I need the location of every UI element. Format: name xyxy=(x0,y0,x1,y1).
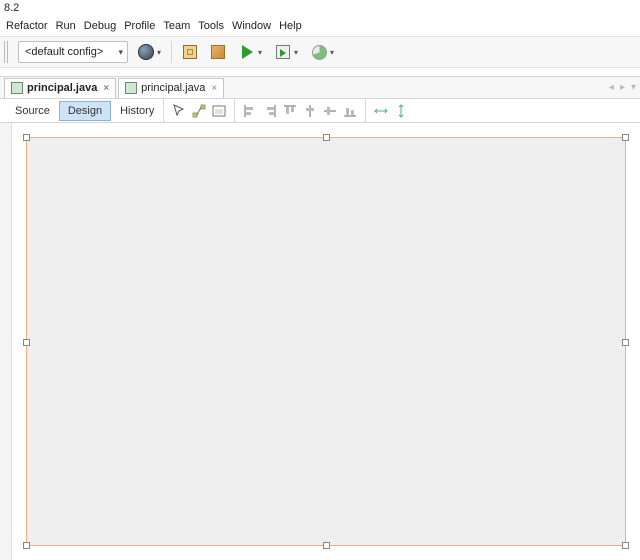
menu-debug[interactable]: Debug xyxy=(84,20,116,32)
tab-list-icon[interactable]: ▾ xyxy=(631,82,636,93)
main-toolbar: <default config> ▾ xyxy=(0,36,640,68)
menu-window[interactable]: Window xyxy=(232,20,271,32)
subtab-history[interactable]: History xyxy=(111,101,163,121)
align-right-button[interactable] xyxy=(261,102,279,120)
center-v-button[interactable] xyxy=(321,102,339,120)
java-file-icon xyxy=(125,82,137,94)
menu-team[interactable]: Team xyxy=(163,20,190,32)
menu-run[interactable]: Run xyxy=(56,20,76,32)
debug-icon xyxy=(276,45,290,59)
selection-mode-button[interactable] xyxy=(170,102,188,120)
same-height-button[interactable] xyxy=(392,102,410,120)
align-left-icon xyxy=(243,104,257,118)
resize-tool-group xyxy=(365,99,416,122)
config-combo[interactable]: <default config> ▾ xyxy=(18,41,128,63)
subtab-design[interactable]: Design xyxy=(59,101,111,121)
editor-area: principal.java × principal.java × ◂ ▸ ▾ … xyxy=(0,76,640,560)
align-left-button[interactable] xyxy=(241,102,259,120)
center-horizontal-icon xyxy=(303,104,317,118)
close-icon[interactable]: × xyxy=(103,83,109,94)
hammer-icon xyxy=(183,45,197,59)
resize-handle[interactable] xyxy=(622,134,629,141)
resize-handle[interactable] xyxy=(622,339,629,346)
subtab-source[interactable]: Source xyxy=(6,101,59,121)
file-tab-label: principal.java xyxy=(27,82,97,94)
align-bottom-icon xyxy=(343,104,357,118)
toolbar-drag-handle[interactable] xyxy=(4,41,10,63)
browser-button[interactable] xyxy=(134,41,164,63)
resize-v-icon xyxy=(394,104,408,118)
menu-help[interactable]: Help xyxy=(279,20,302,32)
java-file-icon xyxy=(11,82,23,94)
center-vertical-icon xyxy=(323,104,337,118)
editor-body xyxy=(0,123,640,560)
build-button[interactable] xyxy=(179,41,201,63)
connection-mode-button[interactable] xyxy=(190,102,208,120)
broom-icon xyxy=(211,45,225,59)
menu-bar: Refactor Run Debug Profile Team Tools Wi… xyxy=(0,16,640,36)
file-tab-label: principal.java xyxy=(141,82,205,94)
eye-icon xyxy=(212,104,226,118)
align-tool-group xyxy=(234,99,365,122)
resize-handle[interactable] xyxy=(23,339,30,346)
align-top-icon xyxy=(283,104,297,118)
toolbar-separator xyxy=(171,41,172,63)
resize-handle[interactable] xyxy=(323,542,330,549)
left-gutter xyxy=(0,123,12,560)
file-tab[interactable]: principal.java × xyxy=(4,78,116,98)
config-combo-value: <default config> xyxy=(25,46,103,58)
profile-icon xyxy=(312,45,327,60)
clean-build-button[interactable] xyxy=(207,41,229,63)
design-canvas-area[interactable] xyxy=(12,123,640,560)
close-icon[interactable]: × xyxy=(211,83,217,94)
connector-icon xyxy=(192,104,206,118)
selection-tool-group xyxy=(163,99,234,122)
menu-tools[interactable]: Tools xyxy=(198,20,224,32)
play-icon xyxy=(242,45,253,59)
cursor-icon xyxy=(172,104,186,118)
designer-toolbar: Source Design History xyxy=(0,99,640,123)
center-h-button[interactable] xyxy=(301,102,319,120)
tab-navigation: ◂ ▸ ▾ xyxy=(609,82,636,93)
tab-prev-icon[interactable]: ◂ xyxy=(609,82,614,93)
same-width-button[interactable] xyxy=(372,102,390,120)
resize-handle[interactable] xyxy=(622,542,629,549)
align-bottom-button[interactable] xyxy=(341,102,359,120)
chevron-down-icon: ▾ xyxy=(118,47,123,58)
preview-button[interactable] xyxy=(210,102,228,120)
align-top-button[interactable] xyxy=(281,102,299,120)
profile-button[interactable] xyxy=(307,41,337,63)
resize-handle[interactable] xyxy=(23,134,30,141)
file-tab[interactable]: principal.java × xyxy=(118,78,224,98)
resize-h-icon xyxy=(374,104,388,118)
menu-profile[interactable]: Profile xyxy=(124,20,155,32)
globe-icon xyxy=(138,44,154,60)
menu-refactor[interactable]: Refactor xyxy=(6,20,48,32)
resize-handle[interactable] xyxy=(23,542,30,549)
run-button[interactable] xyxy=(235,41,265,63)
version-label: 8.2 xyxy=(0,0,640,16)
file-tab-bar: principal.java × principal.java × ◂ ▸ ▾ xyxy=(0,77,640,99)
debug-button[interactable] xyxy=(271,41,301,63)
resize-handle[interactable] xyxy=(323,134,330,141)
align-right-icon xyxy=(263,104,277,118)
form-canvas[interactable] xyxy=(26,137,626,546)
tab-next-icon[interactable]: ▸ xyxy=(620,82,625,93)
